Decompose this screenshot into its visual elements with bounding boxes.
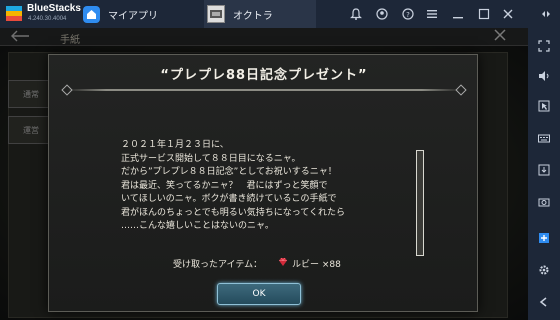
volume-icon[interactable] <box>536 68 552 84</box>
tab-my-apps[interactable]: マイアプリ <box>80 0 202 28</box>
tab-octopath[interactable]: オクトラ <box>204 0 316 28</box>
tab-label: マイアプリ <box>108 10 158 22</box>
account-icon[interactable] <box>374 6 390 22</box>
letter-line: ……こんな嬉しいことはないのニャ。 <box>121 221 274 231</box>
svg-text:?: ? <box>406 11 410 19</box>
letter-line: いてほしいのニャ。ボクが書き続けているこの手紙で <box>121 194 337 204</box>
present-dialog: “プレプレ88日記念プレゼント” ２０２１年１月２３日に、 正式サービス開始して… <box>48 54 478 312</box>
app-version: 4.240.30.4004 <box>28 16 67 22</box>
tab-label: オクトラ <box>233 10 273 22</box>
divider-ornament <box>455 84 467 96</box>
app-name: BlueStacks <box>27 3 81 14</box>
divider-ornament <box>61 84 73 96</box>
maximize-icon[interactable] <box>476 6 492 22</box>
keyboard-icon[interactable] <box>536 130 552 146</box>
ok-button[interactable]: OK <box>217 283 301 305</box>
letter-line: 君がほんのちょっとでも明るい気持ちになってくれたら <box>121 207 346 218</box>
close-icon[interactable] <box>500 6 516 22</box>
received-items-label: 受け取ったアイテム： <box>173 260 263 270</box>
title-bar: BlueStacks 4.240.30.4004 マイアプリ オクトラ ? <box>0 0 560 28</box>
letter-line: だから”プレプレ８８日記念”としてお祝いするニャ！ <box>121 167 337 177</box>
screenshot-icon[interactable] <box>536 194 552 210</box>
dialog-title: “プレプレ88日記念プレゼント” <box>160 68 368 83</box>
letter-body: ２０２１年１月２３日に、 正式サービス開始して８８日目になるニャ。 だから”プレ… <box>121 139 421 234</box>
bluestacks-logo <box>6 6 22 21</box>
expand-icon[interactable] <box>538 6 554 22</box>
home-icon <box>83 5 100 23</box>
settings-icon[interactable] <box>536 262 552 278</box>
menu-icon[interactable] <box>424 6 440 22</box>
pointer-icon[interactable] <box>536 98 552 114</box>
letter-line: 君は最近、笑ってるかニャ？ 君にはずっと笑顔で <box>121 180 328 191</box>
letter-line: 正式サービス開始して８８日目になるニャ。 <box>121 153 301 164</box>
install-apk-icon[interactable] <box>536 162 552 178</box>
minimize-icon[interactable] <box>450 6 466 22</box>
help-icon[interactable]: ? <box>400 6 416 22</box>
received-item: ルビー ×88 <box>292 260 341 270</box>
ruby-gem-icon <box>279 257 287 266</box>
title-divider <box>67 89 461 91</box>
fullscreen-icon[interactable] <box>536 38 552 54</box>
game-viewport: 手紙 通常 運営 “プレプレ88日記念プレゼント” ２０２１年１月２３日に、 正… <box>0 28 528 320</box>
game-icon <box>207 5 225 23</box>
notification-bell-icon[interactable] <box>348 6 364 22</box>
back-icon[interactable] <box>536 294 552 310</box>
multi-instance-icon[interactable] <box>536 230 552 246</box>
scrollbar-thumb[interactable] <box>416 150 424 256</box>
side-toolbar <box>528 28 560 320</box>
letter-line: ２０２１年１月２３日に、 <box>121 140 229 150</box>
